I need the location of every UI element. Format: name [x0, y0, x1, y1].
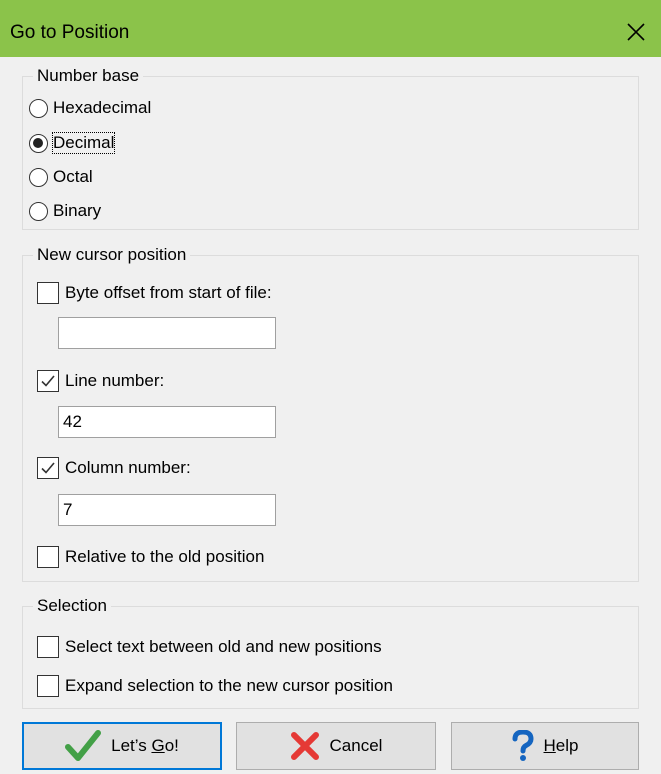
- line-number-input[interactable]: [58, 406, 276, 438]
- close-button[interactable]: [611, 12, 661, 52]
- select-between-checkbox-row[interactable]: Select text between old and new position…: [37, 634, 382, 660]
- help-label: Help: [543, 736, 579, 755]
- column-number-checkbox[interactable]: [37, 457, 59, 479]
- column-number-input[interactable]: [58, 494, 276, 526]
- byte-offset-input[interactable]: [58, 317, 276, 349]
- line-number-checkbox[interactable]: [37, 370, 59, 392]
- expand-selection-checkbox-row[interactable]: Expand selection to the new cursor posit…: [37, 673, 393, 699]
- radio-binary[interactable]: Binary: [29, 198, 101, 224]
- cancel-label: Cancel: [329, 736, 383, 755]
- radio-label: Hexadecimal: [53, 98, 152, 117]
- radio-hexadecimal[interactable]: Hexadecimal: [29, 95, 151, 121]
- number-base-legend: Number base: [33, 65, 144, 87]
- column-number-checkbox-row[interactable]: Column number:: [37, 455, 191, 481]
- question-icon: [512, 730, 534, 761]
- line-number-label: Line number:: [65, 371, 165, 390]
- radio-button[interactable]: [29, 98, 48, 118]
- radio-decimal[interactable]: Decimal: [29, 130, 116, 156]
- radio-label: Binary: [53, 201, 102, 220]
- dialog-title: Go to Position: [10, 22, 130, 43]
- cursor-position-legend: New cursor position: [33, 244, 191, 266]
- radio-label: Decimal: [51, 132, 116, 154]
- byte-offset-checkbox[interactable]: [37, 282, 59, 304]
- close-icon: [627, 23, 645, 41]
- lets-go-button[interactable]: Let’s Go!: [22, 722, 222, 770]
- cancel-button[interactable]: Cancel: [236, 722, 436, 770]
- expand-selection-checkbox[interactable]: [37, 675, 59, 697]
- column-number-label: Column number:: [65, 458, 191, 477]
- checkmark-icon: [41, 462, 55, 474]
- radio-button[interactable]: [29, 167, 48, 187]
- help-button[interactable]: Help: [451, 722, 639, 770]
- relative-label: Relative to the old position: [65, 547, 265, 566]
- checkmark-icon: [41, 375, 55, 387]
- lets-go-label: Let’s Go!: [111, 736, 179, 755]
- relative-checkbox-row[interactable]: Relative to the old position: [37, 544, 264, 570]
- select-between-checkbox[interactable]: [37, 636, 59, 658]
- x-icon: [290, 732, 319, 760]
- checkmark-icon: [65, 730, 102, 761]
- radio-button[interactable]: [29, 133, 48, 153]
- title-bar: Go to Position: [0, 0, 661, 57]
- byte-offset-checkbox-row[interactable]: Byte offset from start of file:: [37, 280, 272, 306]
- radio-octal[interactable]: Octal: [29, 164, 93, 190]
- relative-checkbox[interactable]: [37, 546, 59, 568]
- radio-button[interactable]: [29, 201, 48, 221]
- radio-label: Octal: [53, 167, 93, 186]
- select-between-label: Select text between old and new position…: [65, 637, 382, 656]
- expand-selection-label: Expand selection to the new cursor posit…: [65, 676, 393, 695]
- selection-legend: Selection: [33, 595, 111, 617]
- line-number-checkbox-row[interactable]: Line number:: [37, 368, 164, 394]
- byte-offset-label: Byte offset from start of file:: [65, 283, 272, 302]
